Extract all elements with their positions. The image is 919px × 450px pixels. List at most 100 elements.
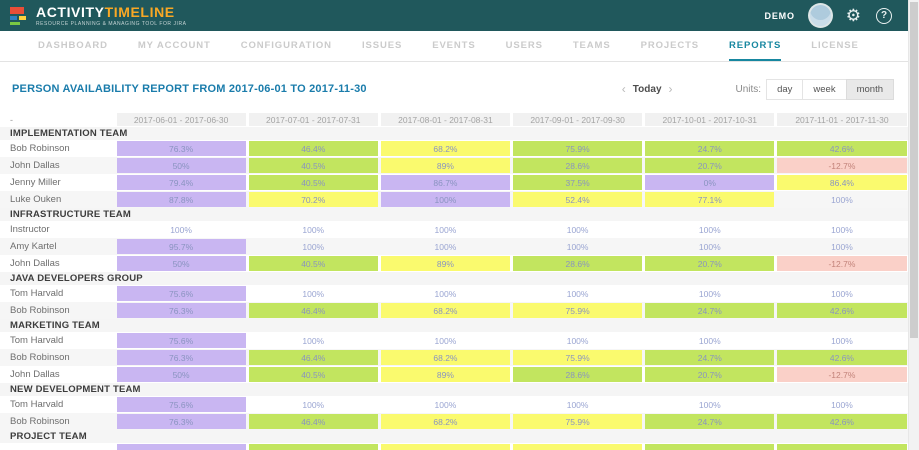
nav-item-issues[interactable]: ISSUES [362, 31, 402, 61]
availability-cell: 100% [247, 396, 379, 413]
team-group-header-implementation-team: IMPLEMENTATION TEAM [0, 127, 908, 140]
unit-button-day[interactable]: day [766, 79, 803, 100]
team-group-name: NEW DEVELOPMENT TEAM [10, 384, 141, 395]
person-name [0, 443, 115, 450]
availability-value: 37.5% [513, 175, 642, 190]
availability-value: 100% [645, 222, 774, 237]
availability-cell [644, 443, 776, 450]
availability-value: 100% [381, 286, 510, 301]
availability-cell: 87.8% [115, 191, 247, 208]
availability-cell: 24.7% [644, 349, 776, 366]
person-name: Bob Robinson [0, 302, 115, 319]
availability-value: 76.3% [117, 141, 246, 156]
availability-value: 86.4% [777, 175, 906, 190]
availability-cell: 79.4% [115, 174, 247, 191]
vertical-scrollbar[interactable] [908, 0, 919, 450]
table-row: Bob Robinson76.3%46.4%68.2%75.9%24.7%42.… [0, 413, 908, 430]
person-name: John Dallas [0, 366, 115, 383]
availability-value: 40.5% [249, 367, 378, 382]
table-row: John Dallas50%40.5%89%28.6%20.7%-12.7% [0, 255, 908, 272]
availability-cell [247, 443, 379, 450]
person-name: Luke Ouken [0, 191, 115, 208]
availability-value [513, 444, 642, 450]
prev-period-button[interactable]: ‹ [615, 82, 633, 96]
nav-item-configuration[interactable]: CONFIGURATION [241, 31, 332, 61]
availability-cell: 68.2% [379, 413, 511, 430]
scrollbar-thumb[interactable] [910, 2, 918, 338]
availability-cell: 24.7% [644, 140, 776, 157]
nav-item-reports[interactable]: REPORTS [729, 31, 781, 61]
availability-cell: 77.1% [644, 191, 776, 208]
availability-value: -12.7% [777, 256, 906, 271]
availability-value: 68.2% [381, 141, 510, 156]
table-row: Tom Harvald75.6%100%100%100%100%100% [0, 332, 908, 349]
team-group-header-infrastructure-team: INFRASTRUCTURE TEAM [0, 208, 908, 221]
report-title: PERSON AVAILABILITY REPORT FROM 2017-06-… [12, 83, 367, 95]
availability-value: 86.7% [381, 175, 510, 190]
availability-value: 42.6% [777, 141, 906, 156]
person-name: Jenny Miller [0, 174, 115, 191]
availability-value: 100% [777, 192, 906, 207]
table-row: Bob Robinson76.3%46.4%68.2%75.9%24.7%42.… [0, 302, 908, 319]
nav-item-users[interactable]: USERS [506, 31, 543, 61]
today-button[interactable]: Today [633, 84, 662, 95]
availability-cell: 89% [379, 366, 511, 383]
availability-value: 100% [777, 333, 906, 348]
availability-cell [379, 443, 511, 450]
availability-cell: 100% [247, 238, 379, 255]
availability-cell: 40.5% [247, 255, 379, 272]
availability-value: 42.6% [777, 303, 906, 318]
next-period-button[interactable]: › [662, 82, 680, 96]
nav-item-teams[interactable]: TEAMS [573, 31, 611, 61]
availability-value: 40.5% [249, 256, 378, 271]
availability-cell: 100% [379, 285, 511, 302]
availability-cell: 100% [247, 221, 379, 238]
person-name: Tom Harvald [0, 285, 115, 302]
availability-value: 68.2% [381, 414, 510, 429]
availability-value: 40.5% [249, 175, 378, 190]
availability-value: 20.7% [645, 367, 774, 382]
settings-gear-icon[interactable]: ⚙ [846, 7, 861, 24]
logo-wordmark: ACTIVITYTIMELINE RESOURCE PLANNING & MAN… [36, 5, 187, 27]
table-row: John Dallas50%40.5%89%28.6%20.7%-12.7% [0, 366, 908, 383]
availability-value: 100% [645, 333, 774, 348]
availability-cell: 100% [379, 396, 511, 413]
availability-cell: -12.7% [776, 366, 908, 383]
availability-value: 77.1% [645, 192, 774, 207]
availability-cell: 75.6% [115, 285, 247, 302]
availability-value: 100% [381, 239, 510, 254]
availability-value: 46.4% [249, 350, 378, 365]
availability-value: 20.7% [645, 256, 774, 271]
date-column-header: 2017-11-01 - 2017-11-30 [777, 113, 906, 126]
availability-cell: 40.5% [247, 366, 379, 383]
nav-item-my-account[interactable]: MY ACCOUNT [138, 31, 211, 61]
availability-value: 100% [117, 222, 246, 237]
availability-cell: 76.3% [115, 140, 247, 157]
availability-table: -2017-06-01 - 2017-06-302017-07-01 - 201… [0, 112, 908, 450]
availability-cell: 100% [379, 221, 511, 238]
availability-cell: 95.7% [115, 238, 247, 255]
availability-value: 24.7% [645, 350, 774, 365]
help-icon[interactable]: ? [876, 8, 892, 24]
user-avatar[interactable] [810, 5, 831, 26]
availability-cell: 0% [644, 174, 776, 191]
availability-cell: 20.7% [644, 157, 776, 174]
availability-cell [776, 443, 908, 450]
availability-value: 24.7% [645, 141, 774, 156]
availability-cell: 75.9% [512, 413, 644, 430]
unit-button-week[interactable]: week [802, 79, 846, 100]
availability-value: 20.7% [645, 158, 774, 173]
availability-value: 100% [249, 286, 378, 301]
unit-button-month[interactable]: month [846, 79, 894, 100]
availability-value: 0% [645, 175, 774, 190]
availability-value [381, 444, 510, 450]
nav-item-projects[interactable]: PROJECTS [641, 31, 699, 61]
availability-value: 75.9% [513, 350, 642, 365]
main-nav: DASHBOARD MY ACCOUNT CONFIGURATION ISSUES EV… [0, 31, 908, 62]
team-group-name: INFRASTRUCTURE TEAM [10, 209, 131, 220]
nav-item-dashboard[interactable]: DASHBOARD [38, 31, 108, 61]
person-name: John Dallas [0, 157, 115, 174]
availability-cell: -12.7% [776, 157, 908, 174]
nav-item-license[interactable]: LICENSE [811, 31, 858, 61]
nav-item-events[interactable]: EVENTS [432, 31, 475, 61]
